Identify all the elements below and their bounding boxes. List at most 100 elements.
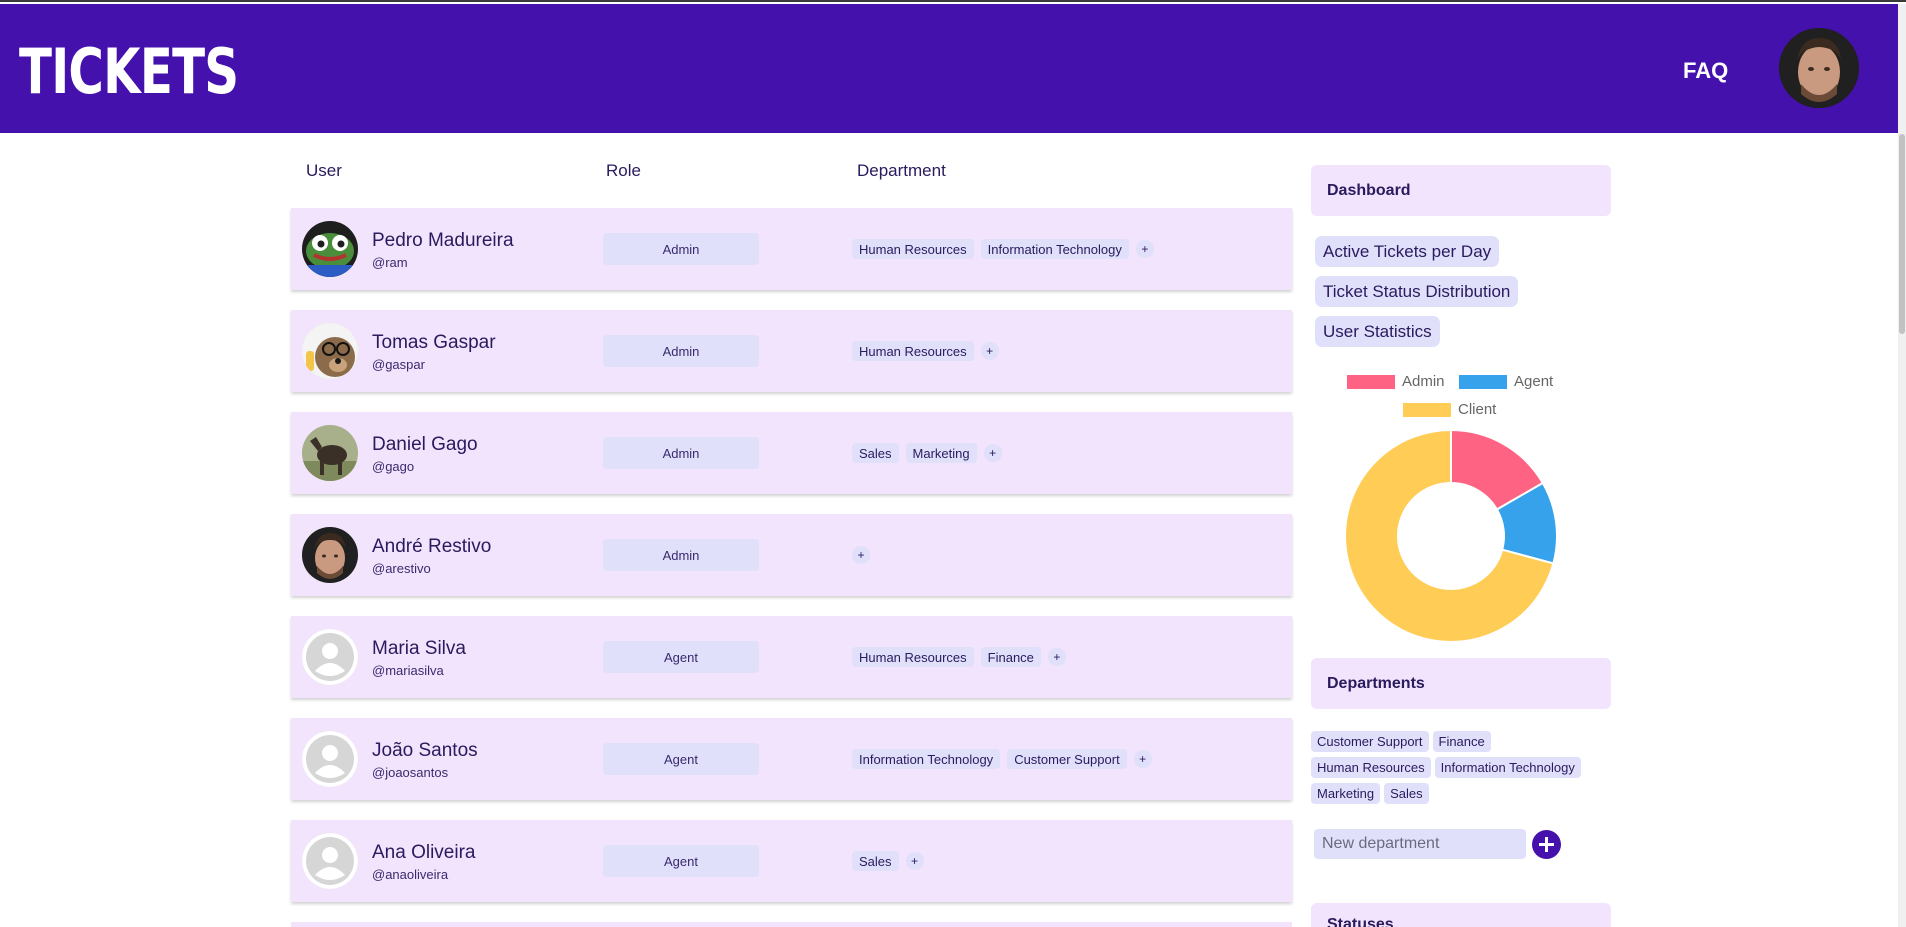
page-scrollbar[interactable]	[1898, 4, 1906, 927]
user-handle: @mariasilva	[372, 663, 444, 678]
user-handle: @arestivo	[372, 561, 431, 576]
user-avatar	[302, 425, 358, 481]
user-statistics-chart	[1344, 428, 1558, 643]
user-name: Ana Oliveira	[372, 842, 476, 863]
legend-label: Admin	[1402, 373, 1445, 390]
user-name: Pedro Madureira	[372, 230, 514, 251]
department-chips: +	[852, 545, 870, 565]
legend-item-client[interactable]: Client	[1403, 401, 1496, 418]
ticket-status-distribution-button[interactable]: Ticket Status Distribution	[1315, 276, 1519, 307]
user-row	[291, 922, 1292, 927]
department-chips: Human Resources +	[852, 341, 999, 361]
dashboard-header: Dashboard	[1311, 165, 1611, 216]
department-chip[interactable]: Information Technology	[980, 239, 1129, 259]
department-chip[interactable]: Finance	[980, 647, 1041, 667]
user-name: Daniel Gago	[372, 434, 478, 455]
statuses-header: Statuses	[1311, 903, 1611, 927]
user-handle: @ram	[372, 255, 408, 270]
user-statistics-button[interactable]: User Statistics	[1315, 316, 1440, 347]
department-chip[interactable]: Human Resources	[852, 647, 974, 667]
user-avatar	[302, 221, 358, 277]
app-logo[interactable]: TICKETS	[19, 36, 239, 108]
user-avatar	[302, 833, 358, 889]
department-tag[interactable]: Finance	[1432, 731, 1491, 752]
department-chips: Human Resources Finance +	[852, 647, 1066, 667]
user-handle: @anaoliveira	[372, 867, 449, 882]
legend-item-admin[interactable]: Admin	[1347, 373, 1445, 390]
department-chips: Information Technology Customer Support …	[852, 749, 1152, 769]
department-tag[interactable]: Sales	[1384, 783, 1429, 804]
department-chip[interactable]: Sales	[852, 443, 899, 463]
user-avatar	[302, 731, 358, 787]
column-header-user: User	[306, 161, 342, 180]
user-row: Tomas Gaspar @gaspar Admin Human Resourc…	[291, 310, 1292, 392]
frog-avatar-icon	[302, 221, 358, 277]
role-select[interactable]: Admin	[603, 335, 759, 367]
top-header: TICKETS FAQ	[0, 4, 1898, 133]
add-department-button[interactable]: +	[983, 444, 1002, 462]
user-handle: @gago	[372, 459, 415, 474]
user-handle: @joaosantos	[372, 765, 449, 780]
column-header-department: Department	[857, 161, 946, 180]
scrollbar-thumb[interactable]	[1899, 134, 1905, 334]
user-name: Tomas Gaspar	[372, 332, 496, 353]
add-department-button[interactable]: +	[980, 342, 999, 360]
department-chip[interactable]: Human Resources	[852, 341, 974, 361]
role-select[interactable]: Agent	[603, 845, 759, 877]
add-department-button[interactable]: +	[1135, 240, 1154, 258]
user-handle: @gaspar	[372, 357, 425, 372]
user-avatar	[302, 323, 358, 379]
departments-header: Departments	[1311, 658, 1611, 709]
user-photo-icon	[1779, 28, 1859, 108]
legend-swatch	[1403, 402, 1451, 417]
add-department-button[interactable]: +	[1133, 750, 1152, 768]
department-chip[interactable]: Marketing	[905, 443, 977, 463]
department-tag[interactable]: Customer Support	[1311, 731, 1429, 752]
department-chip[interactable]: Human Resources	[852, 239, 974, 259]
default-user-icon	[302, 629, 358, 685]
active-tickets-per-day-button[interactable]: Active Tickets per Day	[1315, 236, 1500, 267]
legend-item-agent[interactable]: Agent	[1459, 373, 1553, 390]
department-chips: Human Resources Information Technology +	[852, 239, 1154, 259]
user-photo-icon	[302, 527, 358, 583]
column-header-role: Role	[606, 161, 641, 180]
department-chip[interactable]: Information Technology	[852, 749, 1001, 769]
department-list: Customer Support Finance Human Resources…	[1311, 731, 1611, 804]
user-name: Maria Silva	[372, 638, 466, 659]
role-select[interactable]: Agent	[603, 743, 759, 775]
add-department-button[interactable]: +	[1047, 648, 1066, 666]
user-row: Ana Oliveira @anaoliveira Agent Sales +	[291, 820, 1292, 902]
header-user-avatar[interactable]	[1779, 28, 1859, 108]
role-select[interactable]: Admin	[603, 539, 759, 571]
department-tag[interactable]: Information Technology	[1434, 757, 1581, 778]
default-user-icon	[302, 833, 358, 889]
legend-label: Client	[1458, 401, 1497, 418]
new-department-input[interactable]	[1314, 829, 1526, 859]
user-row: Maria Silva @mariasilva Agent Human Reso…	[291, 616, 1292, 698]
add-department-icon[interactable]	[1532, 830, 1561, 859]
legend-swatch	[1347, 374, 1395, 389]
role-select[interactable]: Agent	[603, 641, 759, 673]
department-chips: Sales +	[852, 851, 924, 871]
user-row: Pedro Madureira @ram Admin Human Resourc…	[291, 208, 1292, 290]
donut-slices	[1344, 428, 1558, 643]
legend-label: Agent	[1514, 373, 1554, 390]
dog-avatar-icon	[302, 323, 358, 379]
department-chips: Sales Marketing +	[852, 443, 1002, 463]
role-select[interactable]: Admin	[603, 437, 759, 469]
department-chip[interactable]: Sales	[852, 851, 899, 871]
legend-swatch	[1459, 374, 1507, 389]
add-department-button[interactable]: +	[852, 546, 870, 564]
department-tag[interactable]: Marketing	[1311, 783, 1381, 804]
horse-avatar-icon	[302, 425, 358, 481]
user-avatar	[302, 629, 358, 685]
user-row: André Restivo @arestivo Admin +	[291, 514, 1292, 596]
department-tag[interactable]: Human Resources	[1311, 757, 1431, 778]
default-user-icon	[302, 731, 358, 787]
add-department-button[interactable]: +	[905, 852, 924, 870]
department-chip[interactable]: Customer Support	[1007, 749, 1127, 769]
faq-link[interactable]: FAQ	[1683, 58, 1728, 84]
role-select[interactable]: Admin	[603, 233, 759, 265]
user-avatar	[302, 527, 358, 583]
user-name: André Restivo	[372, 536, 492, 557]
